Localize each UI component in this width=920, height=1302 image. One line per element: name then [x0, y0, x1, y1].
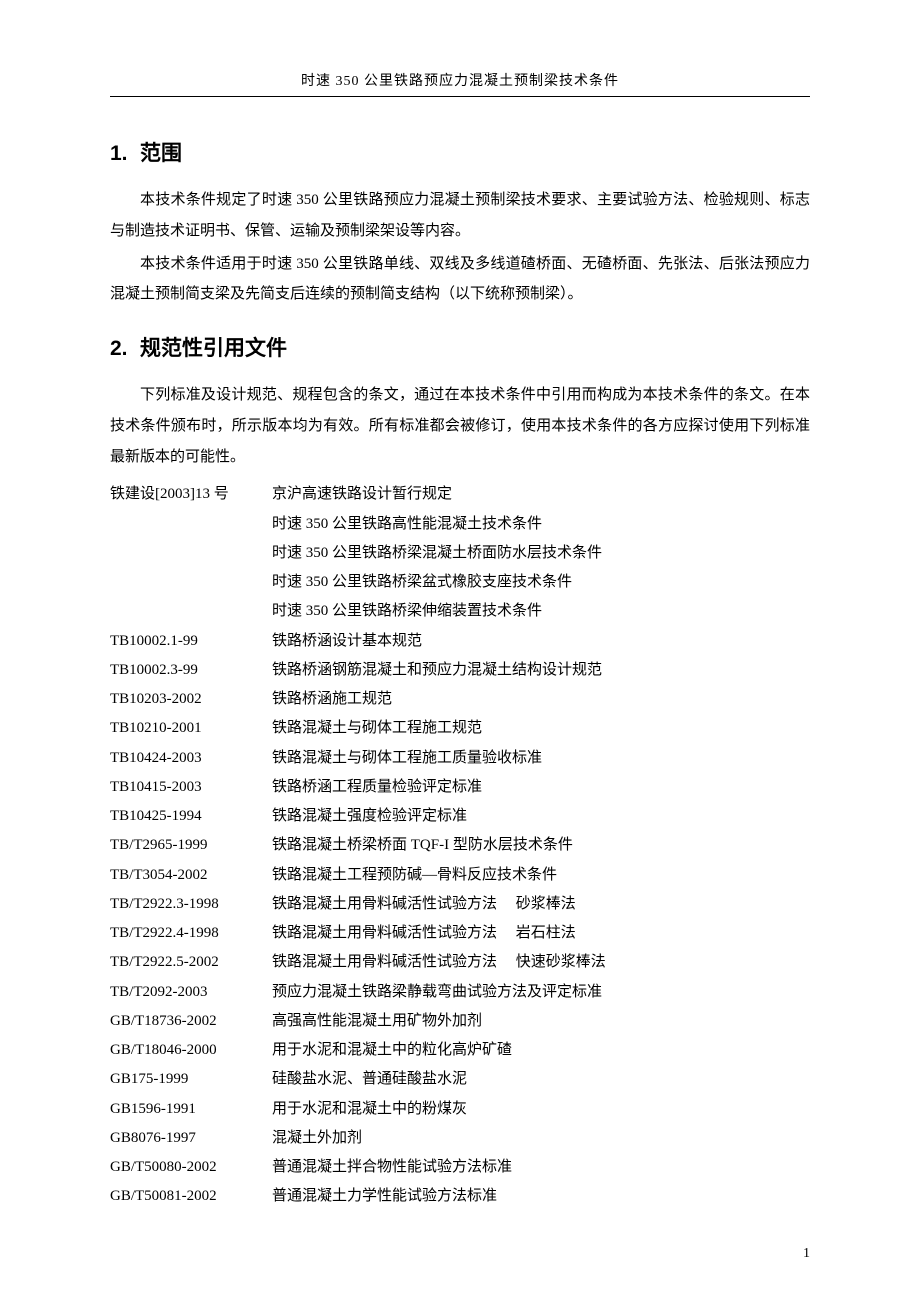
reference-desc: 铁路桥涵钢筋混凝土和预应力混凝土结构设计规范 [272, 656, 810, 685]
reference-desc: 时速 350 公里铁路高性能混凝土技术条件 [272, 510, 810, 539]
reference-row: TB10203-2002铁路桥涵施工规范 [110, 685, 810, 714]
reference-desc: 铁路混凝土与砌体工程施工规范 [272, 714, 810, 743]
reference-code [110, 568, 272, 597]
section-1-number: 1. [110, 142, 140, 166]
reference-desc: 预应力混凝土铁路梁静载弯曲试验方法及评定标准 [272, 978, 810, 1007]
reference-code [110, 510, 272, 539]
reference-code: TB10425-1994 [110, 802, 272, 831]
reference-code: GB8076-1997 [110, 1124, 272, 1153]
section-1-title: 范围 [140, 142, 182, 165]
section-1-heading: 1.范围 [110, 137, 810, 167]
reference-code: 铁建设[2003]13 号 [110, 480, 272, 509]
reference-desc: 时速 350 公里铁路桥梁伸缩装置技术条件 [272, 597, 810, 626]
page-number: 1 [803, 1246, 810, 1262]
reference-code: TB/T2922.4-1998 [110, 919, 272, 948]
reference-desc: 铁路桥涵工程质量检验评定标准 [272, 773, 810, 802]
reference-desc: 铁路混凝土桥梁桥面 TQF-I 型防水层技术条件 [272, 831, 810, 860]
reference-code: TB10002.3-99 [110, 656, 272, 685]
section-2-title: 规范性引用文件 [140, 337, 287, 360]
reference-list: 铁建设[2003]13 号京沪高速铁路设计暂行规定 时速 350 公里铁路高性能… [110, 480, 810, 1211]
reference-desc: 铁路桥涵施工规范 [272, 685, 810, 714]
reference-desc: 铁路混凝土用骨料碱活性试验方法 快速砂浆棒法 [272, 948, 810, 977]
reference-code: TB/T2922.5-2002 [110, 948, 272, 977]
section-2-para: 下列标准及设计规范、规程包含的条文，通过在本技术条件中引用而构成为本技术条件的条… [110, 380, 810, 472]
reference-code: TB/T2965-1999 [110, 831, 272, 860]
reference-code: GB/T18736-2002 [110, 1007, 272, 1036]
reference-code: TB/T2922.3-1998 [110, 890, 272, 919]
reference-desc: 用于水泥和混凝土中的粒化高炉矿碴 [272, 1036, 810, 1065]
reference-code: TB10415-2003 [110, 773, 272, 802]
reference-row: GB/T50080-2002普通混凝土拌合物性能试验方法标准 [110, 1153, 810, 1182]
section-1-para: 本技术条件适用于时速 350 公里铁路单线、双线及多线道碴桥面、无碴桥面、先张法… [110, 249, 810, 311]
reference-desc: 时速 350 公里铁路桥梁混凝土桥面防水层技术条件 [272, 539, 810, 568]
reference-desc: 时速 350 公里铁路桥梁盆式橡胶支座技术条件 [272, 568, 810, 597]
reference-row: TB/T3054-2002铁路混凝土工程预防碱—骨料反应技术条件 [110, 861, 810, 890]
reference-row: TB/T2922.5-2002铁路混凝土用骨料碱活性试验方法 快速砂浆棒法 [110, 948, 810, 977]
section-1-para: 本技术条件规定了时速 350 公里铁路预应力混凝土预制梁技术要求、主要试验方法、… [110, 185, 810, 247]
reference-row: TB/T2922.4-1998铁路混凝土用骨料碱活性试验方法 岩石柱法 [110, 919, 810, 948]
reference-code: GB1596-1991 [110, 1095, 272, 1124]
reference-row: 时速 350 公里铁路桥梁混凝土桥面防水层技术条件 [110, 539, 810, 568]
reference-desc: 铁路混凝土用骨料碱活性试验方法 砂浆棒法 [272, 890, 810, 919]
section-2-heading: 2.规范性引用文件 [110, 332, 810, 362]
reference-row: GB/T18736-2002高强高性能混凝土用矿物外加剂 [110, 1007, 810, 1036]
reference-row: TB10210-2001铁路混凝土与砌体工程施工规范 [110, 714, 810, 743]
reference-row: GB/T18046-2000用于水泥和混凝土中的粒化高炉矿碴 [110, 1036, 810, 1065]
section-2-number: 2. [110, 337, 140, 361]
reference-code: TB10210-2001 [110, 714, 272, 743]
reference-row: TB10425-1994铁路混凝土强度检验评定标准 [110, 802, 810, 831]
reference-code: GB/T18046-2000 [110, 1036, 272, 1065]
reference-code: TB/T3054-2002 [110, 861, 272, 890]
reference-row: 时速 350 公里铁路高性能混凝土技术条件 [110, 510, 810, 539]
reference-row: TB/T2092-2003预应力混凝土铁路梁静载弯曲试验方法及评定标准 [110, 978, 810, 1007]
reference-row: TB10002.1-99铁路桥涵设计基本规范 [110, 627, 810, 656]
reference-row: GB/T50081-2002普通混凝土力学性能试验方法标准 [110, 1182, 810, 1211]
reference-row: TB/T2965-1999铁路混凝土桥梁桥面 TQF-I 型防水层技术条件 [110, 831, 810, 860]
reference-row: TB/T2922.3-1998铁路混凝土用骨料碱活性试验方法 砂浆棒法 [110, 890, 810, 919]
reference-code [110, 597, 272, 626]
reference-desc: 普通混凝土拌合物性能试验方法标准 [272, 1153, 810, 1182]
reference-desc: 混凝土外加剂 [272, 1124, 810, 1153]
reference-code: TB10002.1-99 [110, 627, 272, 656]
reference-desc: 铁路混凝土工程预防碱—骨料反应技术条件 [272, 861, 810, 890]
reference-row: GB1596-1991用于水泥和混凝土中的粉煤灰 [110, 1095, 810, 1124]
reference-row: GB8076-1997混凝土外加剂 [110, 1124, 810, 1153]
reference-desc: 铁路混凝土与砌体工程施工质量验收标准 [272, 744, 810, 773]
reference-desc: 普通混凝土力学性能试验方法标准 [272, 1182, 810, 1211]
reference-row: 时速 350 公里铁路桥梁伸缩装置技术条件 [110, 597, 810, 626]
reference-row: 时速 350 公里铁路桥梁盆式橡胶支座技术条件 [110, 568, 810, 597]
reference-code: TB10424-2003 [110, 744, 272, 773]
reference-desc: 京沪高速铁路设计暂行规定 [272, 480, 810, 509]
reference-desc: 铁路混凝土强度检验评定标准 [272, 802, 810, 831]
reference-code: TB10203-2002 [110, 685, 272, 714]
reference-row: TB10415-2003铁路桥涵工程质量检验评定标准 [110, 773, 810, 802]
reference-desc: 铁路混凝土用骨料碱活性试验方法 岩石柱法 [272, 919, 810, 948]
reference-code: GB/T50080-2002 [110, 1153, 272, 1182]
reference-row: 铁建设[2003]13 号京沪高速铁路设计暂行规定 [110, 480, 810, 509]
reference-row: GB175-1999硅酸盐水泥、普通硅酸盐水泥 [110, 1065, 810, 1094]
reference-code: TB/T2092-2003 [110, 978, 272, 1007]
reference-row: TB10424-2003铁路混凝土与砌体工程施工质量验收标准 [110, 744, 810, 773]
reference-desc: 铁路桥涵设计基本规范 [272, 627, 810, 656]
reference-desc: 用于水泥和混凝土中的粉煤灰 [272, 1095, 810, 1124]
reference-desc: 硅酸盐水泥、普通硅酸盐水泥 [272, 1065, 810, 1094]
reference-code: GB/T50081-2002 [110, 1182, 272, 1211]
reference-row: TB10002.3-99铁路桥涵钢筋混凝土和预应力混凝土结构设计规范 [110, 656, 810, 685]
reference-code [110, 539, 272, 568]
reference-desc: 高强高性能混凝土用矿物外加剂 [272, 1007, 810, 1036]
reference-code: GB175-1999 [110, 1065, 272, 1094]
page-header-title: 时速 350 公里铁路预应力混凝土预制梁技术条件 [110, 70, 810, 97]
